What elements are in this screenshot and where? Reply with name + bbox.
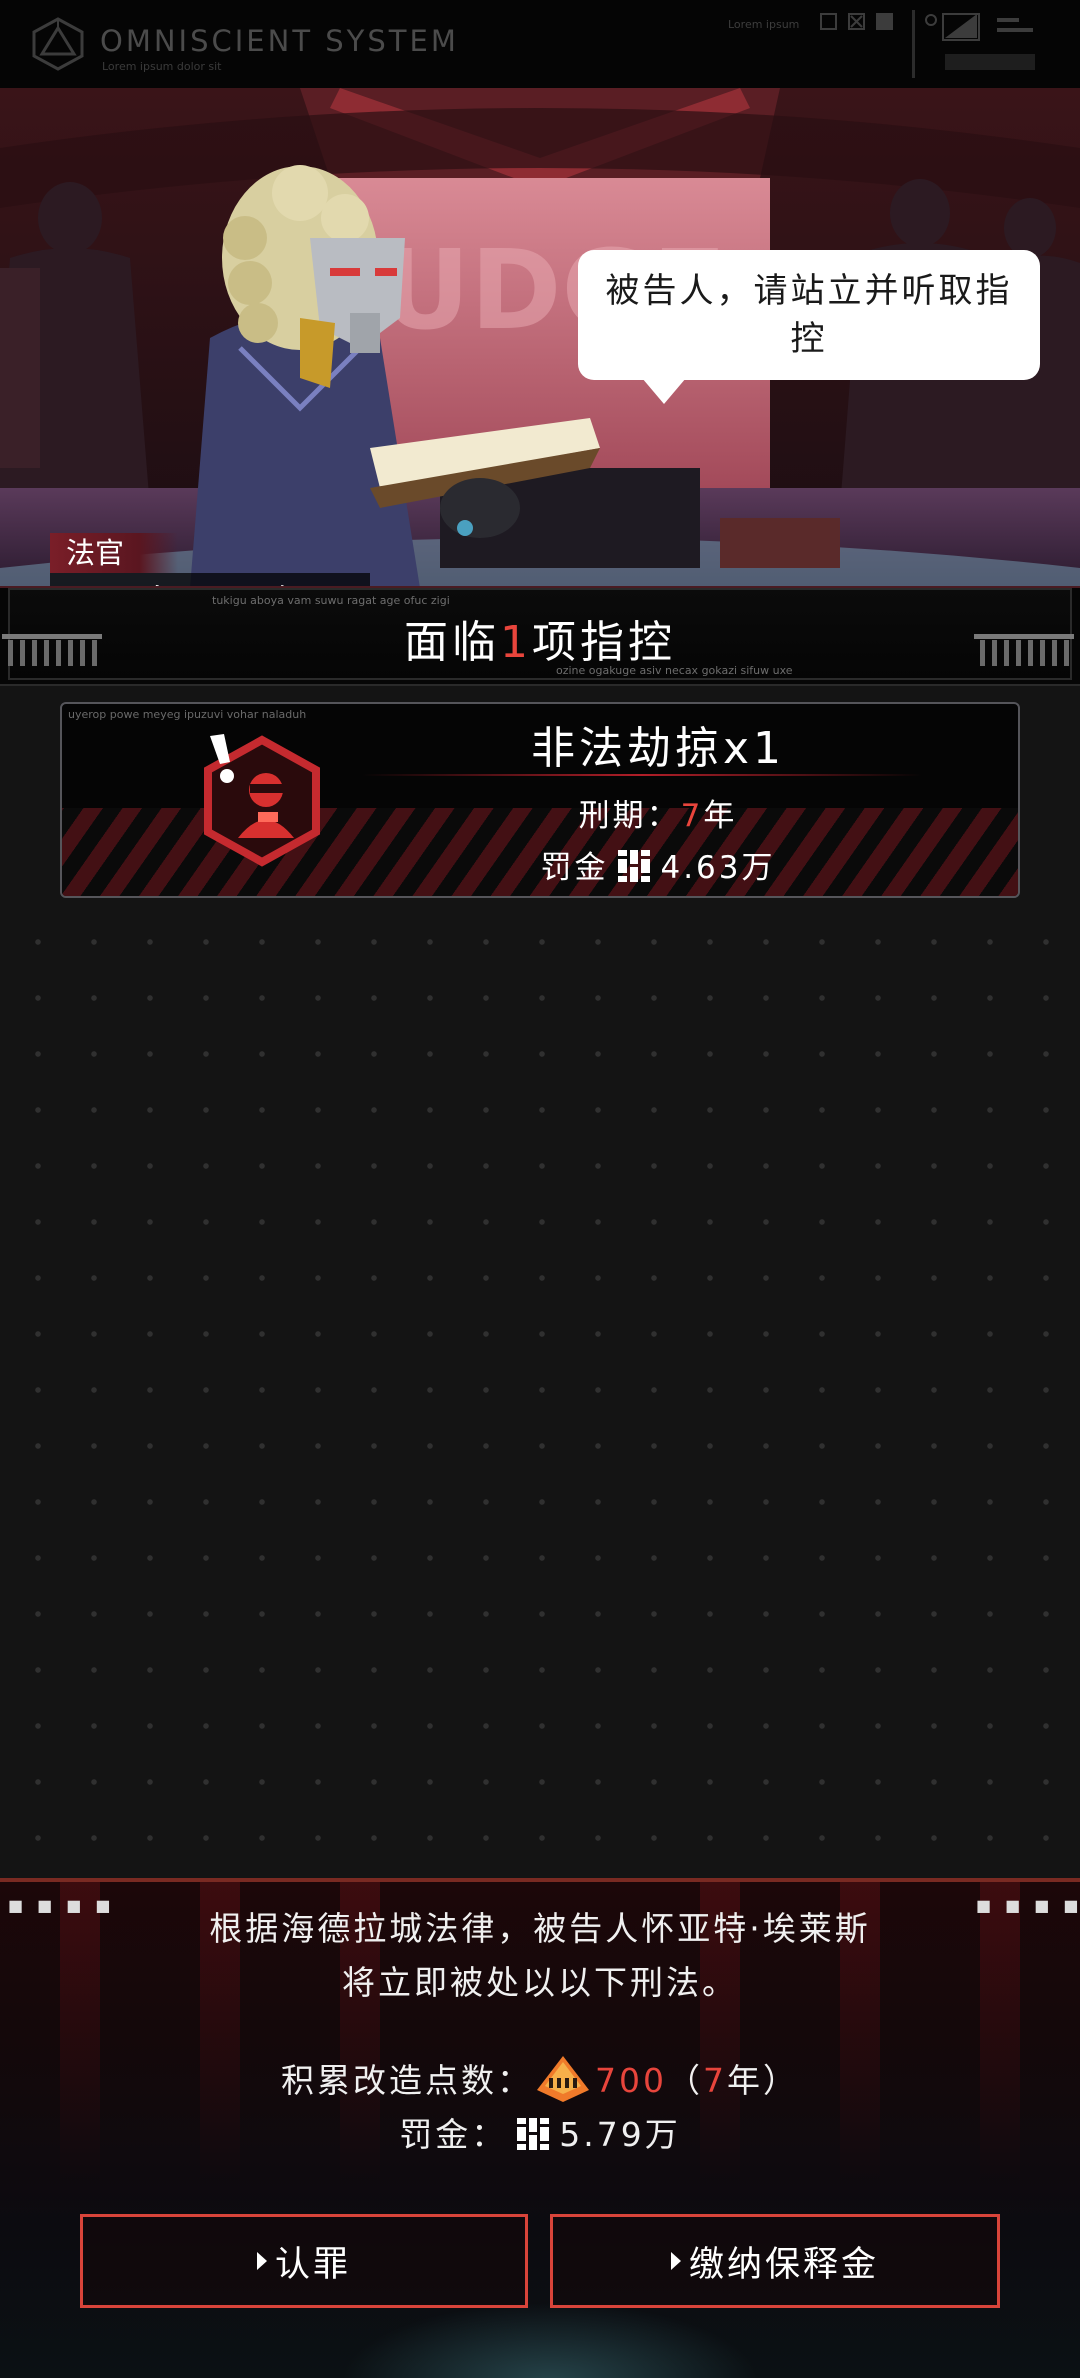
top-divider <box>912 10 915 78</box>
judge-role-tag: 法官 <box>50 533 179 573</box>
currency-icon <box>618 850 651 882</box>
status-widget-icon <box>925 13 1035 70</box>
window-minimize-icon[interactable] <box>820 13 837 30</box>
verdict-line-1: 根据海德拉城法律，被告人怀亚特·埃莱斯 <box>209 1909 871 1948</box>
fine-value: 4.63万 <box>660 850 776 886</box>
confess-button[interactable]: 认罪 <box>80 2214 528 2308</box>
play-arrow-icon <box>256 2252 267 2270</box>
reform-points: 积累改造点数： 700（7年） <box>0 2054 1080 2104</box>
sentence-label: 刑期： <box>578 798 681 834</box>
pay-bail-button-label: 缴纳保释金 <box>688 2244 879 2285</box>
pay-bail-button[interactable]: 缴纳保释金 <box>550 2214 1000 2308</box>
points-paren-open: （ <box>667 2061 703 2100</box>
charges-suffix: 项指控 <box>532 617 676 668</box>
card-tiny-text: uyerop powe meyeg ipuzuvi vohar naladuh <box>68 708 307 721</box>
charges-count-title: 面临1项指控 <box>0 606 1080 670</box>
speech-bubble-tail <box>642 378 686 404</box>
points-label: 积累改造点数： <box>281 2061 533 2100</box>
play-arrow-icon <box>670 2252 681 2270</box>
charges-header: tukigu aboya vam suwu ragat age ofuc zig… <box>0 586 1080 686</box>
speech-bubble: 被告人，请站立并听取指控 <box>578 250 1040 380</box>
top-bar: OMNISCIENT SYSTEM Lorem ipsum dolor sit … <box>0 0 1080 89</box>
robber-hex-icon <box>204 734 320 867</box>
crime-divider <box>362 774 922 776</box>
charges-prefix: 面临 <box>404 617 500 668</box>
charges-list-area <box>0 900 1080 1880</box>
total-fine-value: 5.79万 <box>559 2115 681 2154</box>
system-title: OMNISCIENT SYSTEM <box>100 24 459 58</box>
crime-fine: 罚金 4.63万 <box>328 842 988 887</box>
header-tiny-text-bottom: ozine ogakuge asiv necax gokazi sifuw ux… <box>556 664 793 677</box>
crime-sentence: 刑期：7年 <box>328 790 988 835</box>
system-subtitle: Lorem ipsum dolor sit <box>102 60 222 73</box>
fine-label: 罚金 <box>540 850 609 886</box>
total-fine: 罚金： 5.79万 <box>0 2108 1080 2156</box>
sentence-years: 7 <box>680 798 704 834</box>
window-close-icon[interactable] <box>848 13 865 30</box>
total-fine-label: 罚金： <box>399 2115 508 2154</box>
currency-icon <box>517 2118 550 2150</box>
verdict-line-2: 将立即被处以以下刑法。 <box>342 1963 738 2002</box>
crime-name: 非法劫掠x1 <box>530 723 786 774</box>
reform-points-icon <box>537 2056 589 2102</box>
sentence-unit: 年 <box>703 798 738 834</box>
points-paren-close: 年） <box>727 2061 799 2100</box>
charges-count: 1 <box>500 617 532 668</box>
confess-button-label: 认罪 <box>274 2244 351 2285</box>
window-maximize-icon[interactable] <box>876 13 893 30</box>
charge-card[interactable]: uyerop powe meyeg ipuzuvi vohar naladuh … <box>60 702 1020 898</box>
points-years: 7 <box>703 2061 727 2100</box>
verdict-text: 根据海德拉城法律，被告人怀亚特·埃莱斯 将立即被处以以下刑法。 <box>0 1902 1080 2010</box>
system-logo-icon <box>32 17 84 71</box>
top-lorem-label: Lorem ipsum <box>728 18 800 31</box>
bottom-glow <box>340 2302 760 2378</box>
points-value: 700 <box>595 2061 667 2100</box>
